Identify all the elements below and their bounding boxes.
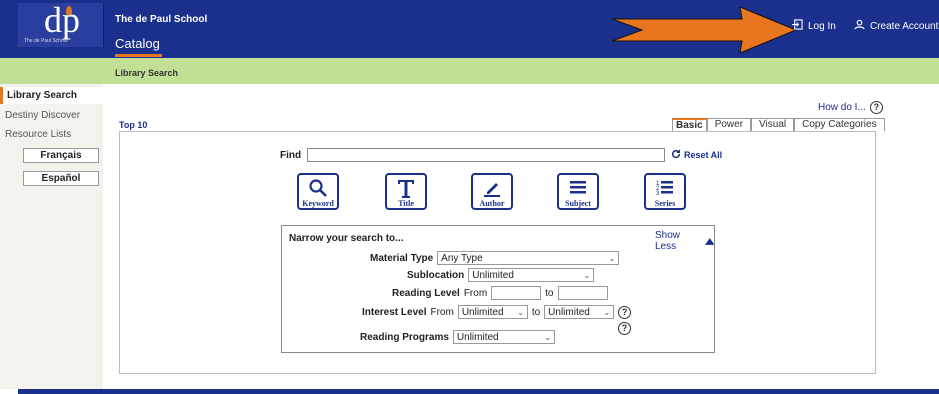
login-link[interactable]: Log In — [792, 19, 836, 33]
interest-from-value: Unlimited — [461, 306, 504, 318]
series-search-button[interactable]: 123 Series — [644, 173, 686, 210]
reading-level-to-input[interactable] — [557, 286, 608, 300]
magnifier-icon — [309, 179, 327, 197]
top-10-link[interactable]: Top 10 — [119, 120, 147, 130]
title-t-icon — [398, 180, 414, 198]
sidebar-item-library-search[interactable]: Library Search — [0, 87, 103, 104]
sidebar-item-destiny-discover[interactable]: Destiny Discover — [0, 107, 103, 124]
footer-bar — [18, 389, 939, 394]
breadcrumb-bar: Library Search — [0, 58, 939, 84]
author-label: Author — [479, 199, 505, 208]
subject-lines-icon — [570, 181, 586, 194]
tab-basic[interactable]: Basic — [672, 118, 707, 132]
callout-arrow — [612, 7, 796, 53]
sublocation-label: Sublocation — [407, 269, 465, 281]
create-account-label: Create Account — [870, 20, 939, 32]
tab-visual[interactable]: Visual — [751, 118, 795, 131]
reset-all-link[interactable]: Reset All — [671, 149, 722, 161]
language-button-spanish[interactable]: Español — [23, 171, 99, 186]
svg-text:3: 3 — [656, 191, 660, 197]
chevron-down-icon: ⌄ — [603, 307, 611, 317]
user-icon — [854, 19, 865, 33]
reset-all-label: Reset All — [684, 150, 723, 160]
subject-label: Subject — [565, 199, 591, 208]
school-logo[interactable]: dp The de Paul School — [18, 0, 104, 47]
chevron-down-icon: ⌄ — [517, 307, 524, 317]
material-type-select[interactable]: Any Type ⌄ — [437, 251, 620, 265]
reading-programs-select[interactable]: Unlimited ⌄ — [452, 330, 555, 344]
reading-programs-row: Reading Programs Unlimited ⌄ — [360, 330, 555, 344]
sublocation-select[interactable]: Unlimited ⌄ — [468, 268, 595, 282]
interest-level-label: Interest Level — [362, 306, 427, 318]
keyword-search-button[interactable]: Keyword — [297, 173, 339, 210]
reading-level-from-label: From — [463, 287, 488, 299]
reading-programs-value: Unlimited — [456, 331, 499, 343]
header-bar: dp The de Paul School The de Paul School… — [0, 0, 939, 58]
interest-to-value: Unlimited — [548, 306, 590, 318]
logo-text: dp — [44, 0, 80, 40]
find-label: Find — [280, 150, 302, 161]
reading-programs-help-icon[interactable]: ? — [618, 322, 631, 335]
refresh-icon — [671, 149, 681, 161]
title-search-button[interactable]: Title — [385, 173, 427, 210]
series-label: Series — [654, 199, 676, 208]
subject-search-button[interactable]: Subject — [557, 173, 599, 210]
help-icon: ? — [869, 101, 883, 114]
material-type-label: Material Type — [370, 252, 434, 264]
breadcrumb: Library Search — [115, 68, 179, 78]
sublocation-row: Sublocation Unlimited ⌄ — [407, 268, 595, 282]
create-account-link[interactable]: Create Account — [854, 19, 938, 33]
interest-level-to-select[interactable]: Unlimited ⌄ — [544, 305, 615, 319]
keyword-label: Keyword — [302, 199, 334, 208]
narrow-title: Narrow your search to... — [289, 233, 404, 244]
author-search-button[interactable]: Author — [471, 173, 513, 210]
chevron-down-icon: ⌄ — [608, 253, 616, 263]
logo-subtitle: The de Paul School — [24, 38, 68, 44]
numbered-list-icon: 123 — [656, 181, 673, 197]
interest-level-from-label: From — [430, 306, 454, 318]
show-less-link[interactable]: Show Less — [655, 230, 714, 252]
school-name: The de Paul School — [115, 14, 208, 25]
catalog-tab[interactable]: Catalog — [115, 36, 162, 57]
material-type-row: Material Type Any Type ⌄ — [370, 251, 620, 265]
tab-copy-categories[interactable]: Copy Categories — [794, 118, 885, 131]
pen-icon — [484, 183, 500, 197]
tab-power[interactable]: Power — [706, 118, 752, 131]
login-icon — [792, 19, 803, 33]
login-label: Log In — [808, 20, 836, 32]
sidebar: Library Search Destiny Discover Resource… — [0, 84, 103, 389]
interest-help-icon[interactable]: ? — [618, 305, 632, 319]
title-label: Title — [398, 199, 414, 208]
triangle-up-icon — [704, 237, 714, 245]
reading-level-to-label: to — [545, 287, 554, 299]
interest-level-to-label: to — [531, 306, 541, 318]
language-button-french[interactable]: Français — [23, 148, 99, 163]
show-less-label: Show Less — [655, 230, 681, 252]
sidebar-item-resource-lists[interactable]: Resource Lists — [0, 126, 103, 143]
search-tabs: Basic Power Visual Copy Categories — [672, 118, 885, 132]
reading-level-row: Reading Level From to — [392, 286, 608, 300]
find-input[interactable] — [307, 148, 665, 162]
reading-programs-label: Reading Programs — [360, 331, 449, 343]
material-type-value: Any Type — [441, 252, 483, 264]
narrow-search-box: Narrow your search to... Show Less Mater… — [281, 225, 715, 353]
chevron-down-icon: ⌄ — [544, 332, 551, 342]
reading-programs-help: ? — [618, 322, 631, 335]
sublocation-value: Unlimited — [472, 269, 514, 281]
interest-level-row: Interest Level From Unlimited ⌄ to Unlim… — [362, 305, 632, 319]
how-do-i-label: How do I... — [818, 102, 866, 113]
how-do-i-link[interactable]: How do I... ? — [818, 101, 883, 114]
reading-level-from-input[interactable] — [491, 286, 542, 300]
chevron-down-icon: ⌄ — [583, 270, 591, 280]
reading-level-label: Reading Level — [392, 287, 460, 299]
interest-level-from-select[interactable]: Unlimited ⌄ — [457, 305, 528, 319]
